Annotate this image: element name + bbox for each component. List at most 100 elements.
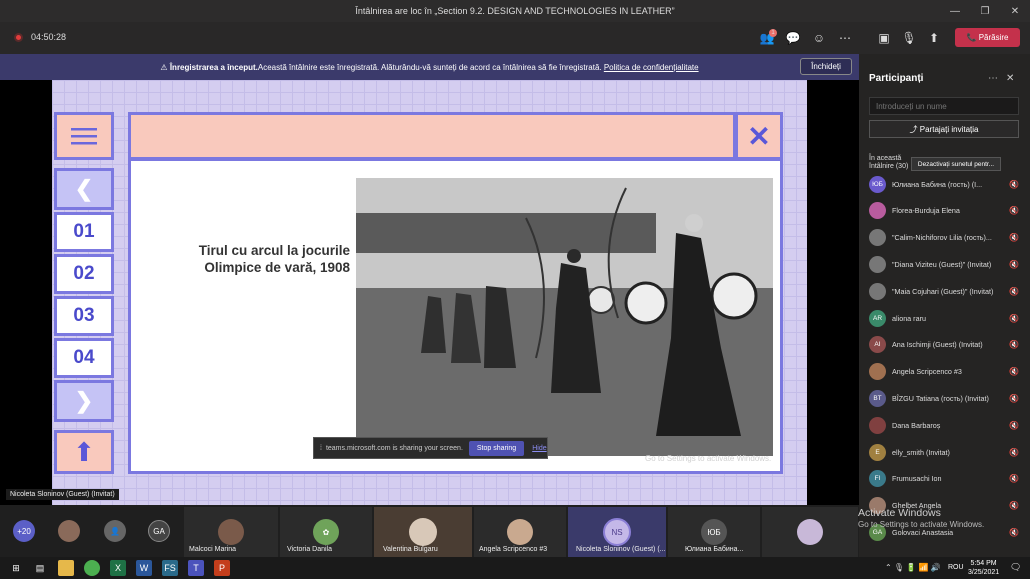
taskbar bbox=[0, 557, 1030, 579]
excel-icon[interactable]: X bbox=[110, 560, 126, 576]
mic-muted-icon: 🔇 bbox=[1009, 179, 1019, 189]
hide-link[interactable]: Hide bbox=[532, 445, 546, 452]
participant-row[interactable]: Dana Barbaroș 🔇 bbox=[869, 412, 1019, 438]
word-icon[interactable]: W bbox=[136, 560, 152, 576]
mic-muted-icon: 🔇 bbox=[1009, 501, 1019, 511]
stop-sharing-button[interactable]: Stop sharing bbox=[468, 440, 525, 456]
participant-name: elly_smith (Invitat) bbox=[892, 447, 950, 457]
up-button[interactable]: ⬆ bbox=[54, 430, 114, 474]
powerpoint-icon[interactable]: P bbox=[214, 560, 230, 576]
participant-name: aliona raru bbox=[892, 313, 926, 323]
in-meeting-header[interactable]: În această întâlnire (30) bbox=[869, 155, 909, 171]
avatar: 👤 bbox=[104, 520, 126, 542]
clock-date: 3/25/2021 bbox=[968, 569, 1000, 576]
avatar bbox=[869, 363, 886, 381]
mic-muted-icon: 🔇 bbox=[1009, 259, 1019, 269]
more-participants-button[interactable]: +20 bbox=[13, 520, 35, 542]
leave-button[interactable]: 📞 Părăsire bbox=[955, 28, 1020, 47]
banner-bold: Înregistrarea a început. bbox=[169, 62, 258, 72]
participant-name: BÎZGU Tatiana (гость) (Invitat) bbox=[892, 393, 989, 403]
window-close-icon[interactable]: ✕ bbox=[1000, 0, 1030, 22]
avatar bbox=[797, 519, 823, 545]
language-indicator[interactable]: ROU bbox=[948, 564, 964, 571]
avatar: AI bbox=[869, 336, 886, 354]
participant-row[interactable]: "Maia Cojuhari (Guest)" (Invitat) 🔇 bbox=[869, 278, 1019, 304]
drag-handle-icon[interactable]: ⁞ bbox=[320, 445, 322, 452]
participants-icon[interactable]: 👥 1 bbox=[757, 29, 777, 47]
participant-row[interactable]: AI Ana Ischimji (Guest) (Invitat) 🔇 bbox=[869, 332, 1019, 358]
maximize-icon[interactable]: ❐ bbox=[970, 0, 1000, 22]
mic-muted-icon: 🔇 bbox=[1009, 233, 1019, 243]
mic-off-icon[interactable]: 🎙 bbox=[899, 29, 919, 47]
participant-row[interactable]: FI Frumusachi Ion 🔇 bbox=[869, 466, 1019, 492]
window-titlebar: Întâlnirea are loc în „Section 9.2. DESI… bbox=[0, 0, 1030, 22]
share-icon: ⤴ bbox=[909, 124, 920, 134]
mic-muted-icon: 🔇 bbox=[1009, 313, 1019, 323]
tile-name: Malcoci Marina bbox=[189, 546, 237, 553]
banner-text: Această întâlnire este înregistrată. Ală… bbox=[257, 62, 602, 72]
task-view-icon[interactable]: ▤ bbox=[32, 560, 48, 576]
slide-activate-watermark: Go to Settings to activate Windows. bbox=[645, 454, 772, 463]
participant-name: "Calim-Nichiforov Lilia (гость)... bbox=[892, 233, 992, 243]
prev-button[interactable]: ❮ bbox=[54, 168, 114, 210]
minimize-icon[interactable]: — bbox=[940, 0, 970, 22]
privacy-link[interactable]: Politica de confidențialitate bbox=[604, 63, 699, 72]
avatar: FI bbox=[869, 470, 886, 488]
participant-row[interactable]: "Diana Viziteu (Guest)" (Invitat) 🔇 bbox=[869, 251, 1019, 277]
participant-row[interactable]: BT BÎZGU Tatiana (гость) (Invitat) 🔇 bbox=[869, 385, 1019, 411]
avatar: ✿ bbox=[313, 519, 339, 545]
tile-name: Юлиана Бабина... bbox=[685, 546, 744, 553]
taskbar-clock[interactable]: 5:54 PM 3/25/2021 bbox=[968, 559, 999, 577]
next-button[interactable]: ❯ bbox=[54, 380, 114, 422]
panel-more-icon[interactable]: ⋯ bbox=[988, 73, 998, 84]
avatar: AR bbox=[869, 309, 886, 327]
avatar bbox=[869, 282, 886, 300]
participant-name: Florea-Burduja Elena bbox=[892, 206, 960, 216]
notification-icon[interactable]: 🗨 bbox=[1010, 562, 1021, 573]
more-options-icon[interactable]: ⋯ bbox=[835, 29, 855, 47]
chat-icon[interactable]: 💬 bbox=[783, 29, 803, 47]
fs-app-icon[interactable]: FS bbox=[162, 560, 178, 576]
window-title: Întâlnirea are loc în „Section 9.2. DESI… bbox=[355, 6, 675, 16]
banner-close-button[interactable]: Închideți bbox=[800, 58, 852, 75]
file-explorer-icon[interactable] bbox=[58, 560, 74, 576]
tray-icons[interactable]: ⌃ 🎙 🔋 📶 🔊 bbox=[885, 563, 941, 572]
mute-all-button[interactable]: Dezactivați sunetul pentr... bbox=[911, 157, 1001, 171]
avatar bbox=[507, 519, 533, 545]
leave-label: Părăsire bbox=[978, 33, 1009, 42]
participant-name: "Maia Cojuhari (Guest)" (Invitat) bbox=[892, 286, 994, 296]
teams-icon[interactable]: T bbox=[188, 560, 204, 576]
participants-badge: 1 bbox=[769, 29, 777, 37]
participant-name: Frumusachi Ion bbox=[892, 474, 942, 484]
participant-row[interactable]: Angela Scripcenco #3 🔇 bbox=[869, 359, 1019, 385]
nav-04-button[interactable]: 04 bbox=[54, 338, 114, 378]
mic-muted-icon: 🔇 bbox=[1009, 420, 1019, 430]
avatar: ЮБ bbox=[701, 519, 727, 545]
mic-muted-icon: 🔇 bbox=[1009, 447, 1019, 457]
nav-01-button[interactable]: 01 bbox=[54, 212, 114, 252]
share-invite-button[interactable]: ⤴ Partajați invitația bbox=[869, 120, 1019, 138]
panel-close-icon[interactable]: ✕ bbox=[1006, 73, 1014, 84]
participant-row[interactable]: "Calim-Nichiforov Lilia (гость)... 🔇 bbox=[869, 225, 1019, 251]
nav-02-button[interactable]: 02 bbox=[54, 254, 114, 294]
reactions-icon[interactable]: ☺ bbox=[809, 29, 829, 47]
participant-search-input[interactable] bbox=[869, 97, 1019, 115]
chrome-icon[interactable] bbox=[84, 560, 100, 576]
participant-row[interactable]: ЮБ Юлиана Бабина (гость) (I... 🔇 bbox=[869, 171, 1019, 197]
invite-label: Partajați invitația bbox=[919, 124, 979, 134]
avatar: NS bbox=[603, 518, 631, 546]
participant-row[interactable]: Florea-Burduja Elena 🔇 bbox=[869, 198, 1019, 224]
avatar bbox=[869, 416, 886, 434]
tile-name: Angela Scripcenco #3 bbox=[479, 546, 548, 553]
close-icon: ✕ bbox=[747, 120, 771, 152]
windows-start-icon[interactable]: ⊞ bbox=[8, 560, 24, 576]
participant-row[interactable]: AR aliona raru 🔇 bbox=[869, 305, 1019, 331]
menu-button[interactable] bbox=[54, 112, 114, 160]
participant-row[interactable]: Eelly_smith (Invitat) 🔇 bbox=[869, 439, 1019, 465]
video-tile[interactable] bbox=[762, 507, 858, 557]
share-tray-icon[interactable]: ⬆ bbox=[924, 29, 944, 47]
nav-03-button[interactable]: 03 bbox=[54, 296, 114, 336]
tile-name: Nicoleta Sloninov (Guest) (... bbox=[576, 546, 666, 553]
slide-close-button[interactable]: ✕ bbox=[735, 112, 783, 160]
camera-off-icon[interactable]: ▣ bbox=[874, 29, 894, 47]
